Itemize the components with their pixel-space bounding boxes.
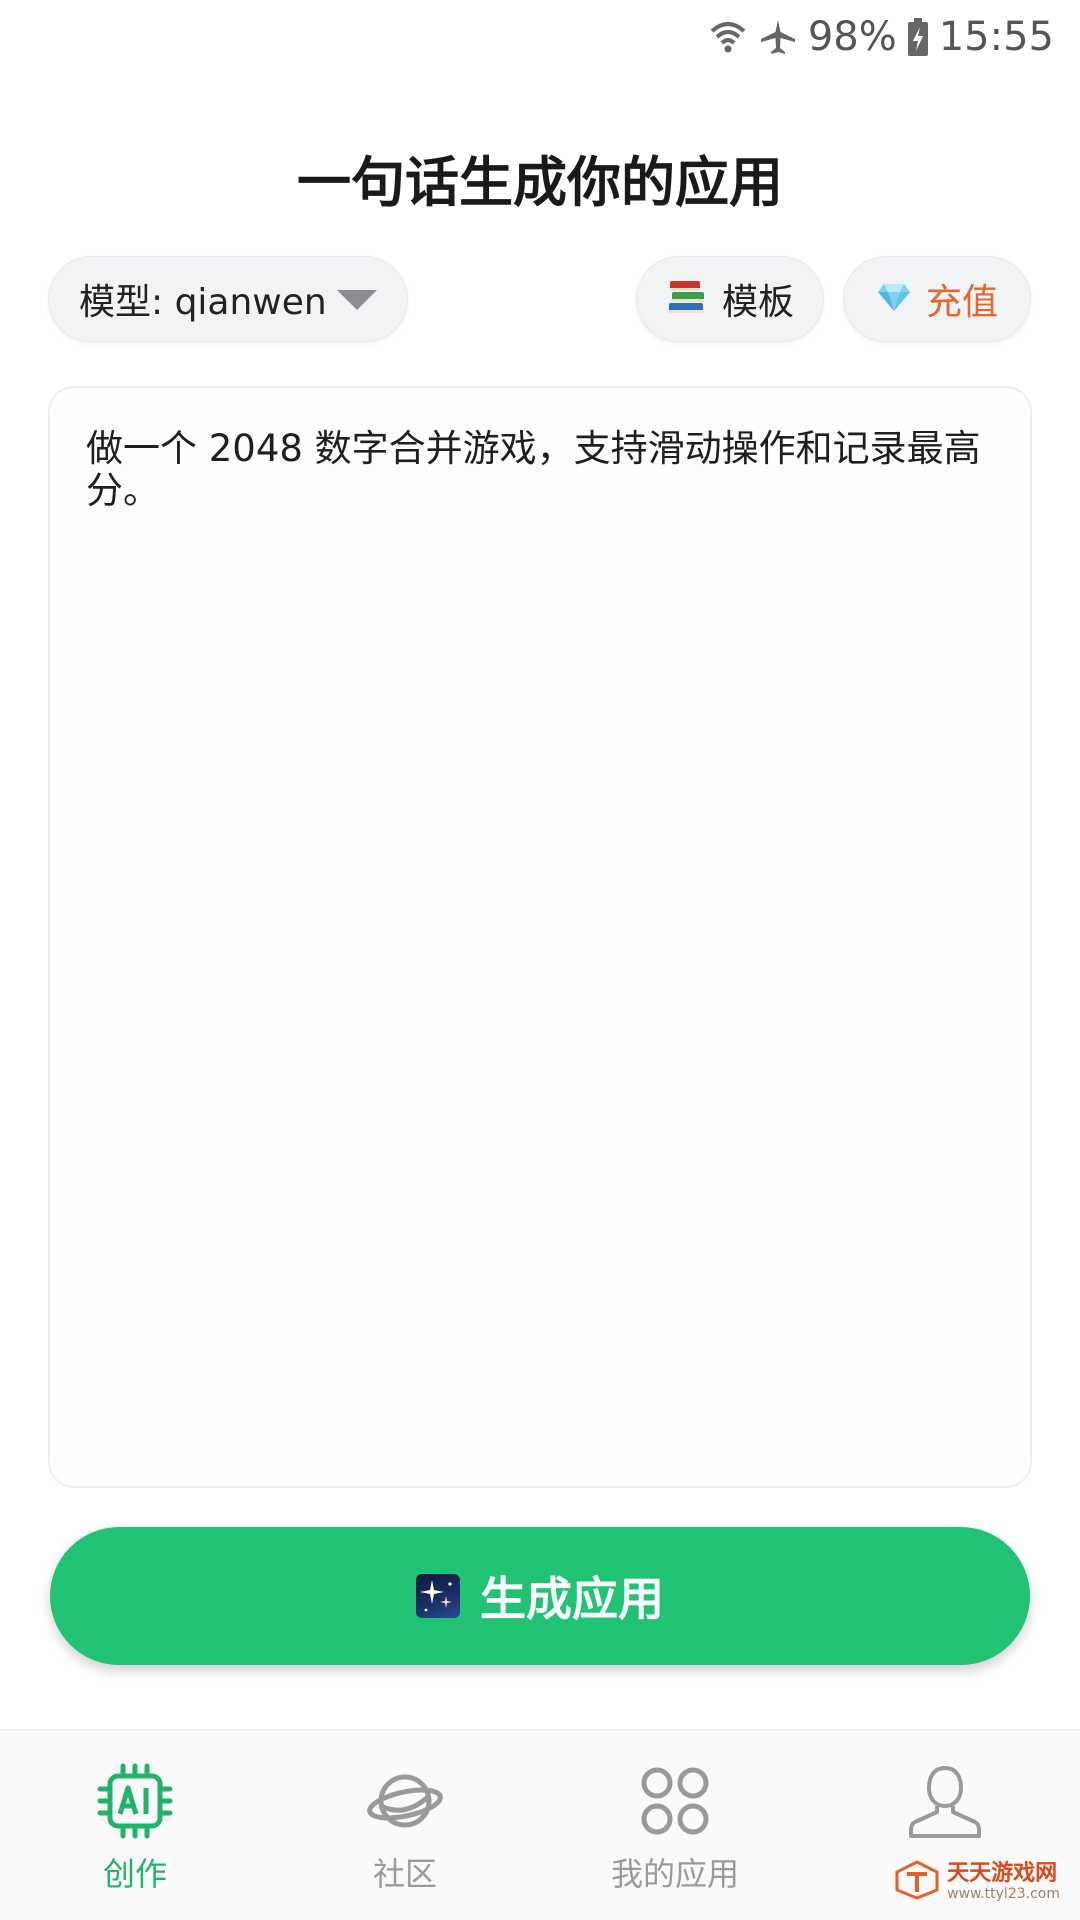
model-selector-label: 模型: qianwen [79, 282, 327, 323]
nav-label-my-apps: 我的应用 [610, 1855, 739, 1893]
watermark: 天天游戏网 www.ttyl23.com [895, 1860, 1060, 1904]
wifi-icon [708, 17, 748, 57]
sparkle-icon [416, 1574, 460, 1618]
template-button[interactable]: 模板 [636, 256, 824, 342]
chevron-down-icon [337, 290, 377, 310]
recharge-button[interactable]: 充值 [843, 256, 1031, 342]
nav-item-my-apps[interactable]: 我的应用 [575, 1761, 775, 1911]
prompt-input-value: 做一个 2048 数字合并游戏，支持滑动操作和记录最高分。 [86, 427, 981, 512]
page-title: 一句话生成你的应用 [297, 151, 783, 214]
nav-label-community: 社区 [372, 1855, 437, 1893]
user-icon [907, 1761, 983, 1841]
app-screen: 98% 15:55 一句话生成你的应用 模型: qianwen 模板 充值 做一… [0, 0, 1080, 1920]
generate-app-label: 生成应用 [480, 1572, 664, 1626]
template-button-label: 模板 [721, 282, 794, 323]
diamond-icon [876, 281, 912, 317]
status-time: 15:55 [938, 14, 1054, 60]
books-icon [666, 277, 708, 321]
ai-chip-icon [96, 1761, 174, 1841]
status-icons: 98% 15:55 [708, 12, 1054, 62]
model-selector[interactable]: 模型: qianwen [48, 256, 408, 342]
recharge-button-label: 充值 [925, 282, 998, 323]
watermark-text: 天天游戏网 www.ttyl23.com [947, 1861, 1060, 1903]
status-bar: 98% 15:55 [0, 0, 1080, 80]
prompt-input[interactable]: 做一个 2048 数字合并游戏，支持滑动操作和记录最高分。 [48, 386, 1032, 1488]
watermark-logo-icon [895, 1860, 939, 1904]
battery-percent: 98% [807, 14, 897, 60]
airplane-icon [758, 17, 798, 57]
bottom-nav: 创作 社区 我的应用 天天游戏网 www.ttyl23.com [0, 1729, 1080, 1920]
planet-icon [365, 1761, 445, 1841]
apps-grid-icon [638, 1761, 712, 1841]
nav-label-create: 创作 [102, 1855, 167, 1893]
watermark-main: 天天游戏网 [947, 1861, 1058, 1886]
watermark-sub: www.ttyl23.com [947, 1886, 1060, 1902]
generate-app-button[interactable]: 生成应用 [50, 1527, 1030, 1665]
nav-item-community[interactable]: 社区 [305, 1761, 505, 1911]
nav-item-create[interactable]: 创作 [35, 1761, 235, 1911]
battery-icon [907, 17, 929, 57]
